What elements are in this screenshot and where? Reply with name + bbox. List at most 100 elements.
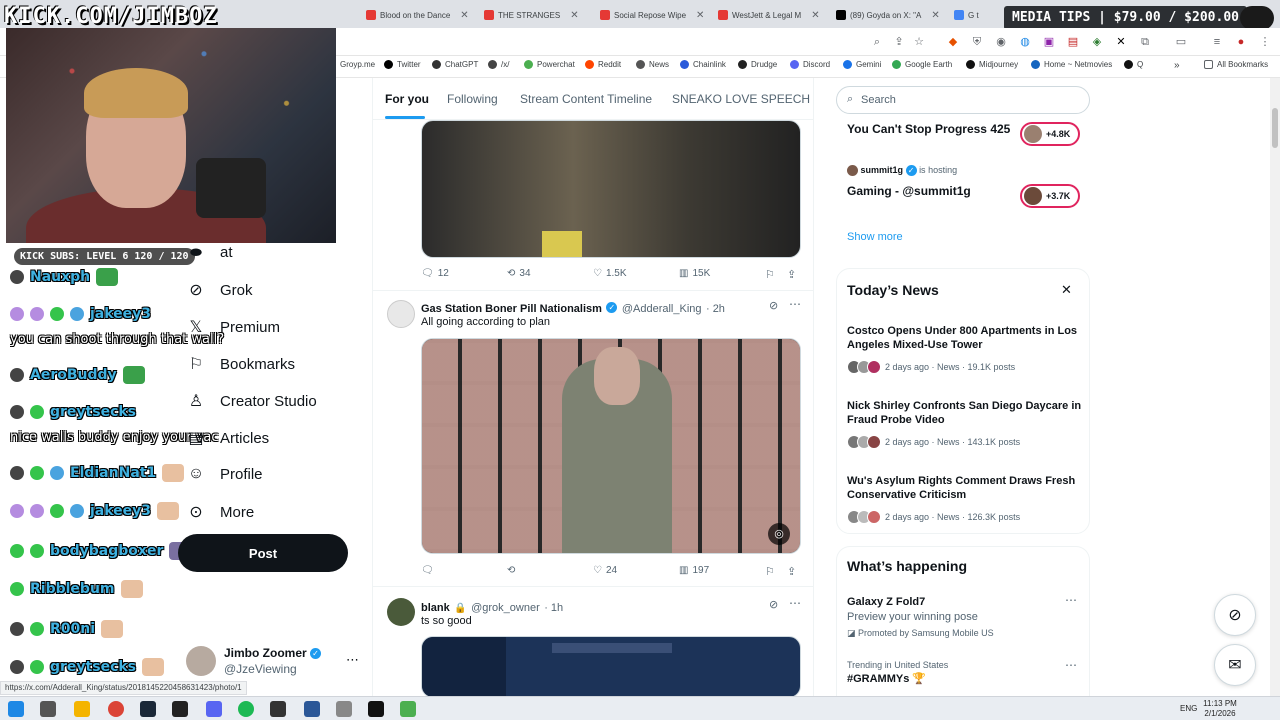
browser-tab[interactable]: Social Repose Wipe ✕ (600, 4, 712, 26)
bookmark[interactable]: News (636, 60, 669, 69)
obs-icon[interactable] (270, 701, 286, 717)
nav-item-premium[interactable]: 𝕏 Premium (186, 317, 280, 337)
more-icon[interactable]: ⋯ (789, 596, 801, 610)
bookmark[interactable]: Reddit (585, 60, 621, 69)
live-listeners-pill[interactable]: +4.8K (1020, 122, 1081, 146)
share-action[interactable]: ⇪ (787, 268, 796, 281)
avatar[interactable] (387, 598, 415, 626)
reply-action[interactable]: 🗨 (421, 565, 438, 576)
minecraft-icon[interactable] (400, 701, 416, 717)
browser-tab[interactable]: G t (954, 4, 1002, 26)
bookmark[interactable]: Groyp.me (340, 60, 375, 69)
trend-title[interactable]: Galaxy Z Fold7 (847, 595, 1083, 609)
bookmark[interactable]: Midjourney (966, 60, 1018, 69)
extension-icon[interactable]: ◉ (994, 35, 1008, 49)
messages-fab-button[interactable]: ✉ (1214, 644, 1256, 686)
extension-icon[interactable]: ◍ (1018, 35, 1032, 49)
spotify-icon[interactable] (238, 701, 254, 717)
nav-item-more[interactable]: ⊙ More (186, 502, 254, 522)
app-icon[interactable] (368, 701, 384, 717)
tweet-media-image[interactable]: ◎ (421, 338, 801, 554)
bookmark[interactable]: Drudge (738, 60, 777, 69)
like-action[interactable]: ♡ 1.5K (593, 268, 627, 279)
steam-icon[interactable] (140, 701, 156, 717)
extension-icon[interactable]: ◆ (946, 35, 960, 49)
live-space-title[interactable]: You Can't Stop Progress 425 (847, 122, 1010, 136)
bookmark[interactable]: Twitter (384, 60, 421, 69)
nav-item-articles[interactable]: ▤ Articles (186, 428, 269, 448)
downloads-icon[interactable]: ≡ (1210, 35, 1224, 49)
search-input[interactable]: ⌕ Search (836, 86, 1090, 114)
tweet-media-image[interactable] (421, 636, 801, 698)
browser-tab[interactable]: WestJett & Legal M ✕ (718, 4, 830, 26)
grok-fab-button[interactable]: ⊘ (1214, 594, 1256, 636)
like-action[interactable]: ♡ 24 (593, 565, 617, 576)
file-explorer-icon[interactable] (74, 701, 90, 717)
nav-item-creator-studio[interactable]: ♙ Creator Studio (186, 391, 317, 411)
close-icon[interactable]: ✕ (570, 10, 578, 21)
discord-icon[interactable] (206, 701, 222, 717)
tab-sneako-love-speech[interactable]: SNEAKO LOVE SPEECH (672, 92, 810, 106)
close-icon[interactable]: ✕ (931, 10, 939, 21)
install-icon[interactable]: ⇪ (892, 35, 906, 49)
live-space-title[interactable]: Gaming - @summit1g (847, 184, 971, 198)
live-listeners-pill[interactable]: +3.7K (1020, 184, 1081, 208)
extension-icon[interactable]: ▤ (1066, 35, 1080, 49)
account-switcher[interactable]: Jimbo Zoomer ✓ @JzeViewing ⋯ (186, 646, 366, 678)
news-headline[interactable]: Nick Shirley Confronts San Diego Daycare… (847, 399, 1083, 427)
close-icon[interactable]: ✕ (1061, 282, 1072, 298)
show-more-link[interactable]: Show more (847, 231, 903, 243)
tab-for-you[interactable]: For you (385, 92, 429, 106)
close-icon[interactable]: ✕ (460, 10, 468, 21)
bookmark[interactable]: Chainlink (680, 60, 726, 69)
post-button[interactable]: Post (178, 534, 348, 572)
extension-icon[interactable]: ◈ (1090, 35, 1104, 49)
grok-icon[interactable]: ⊘ (769, 598, 778, 611)
bookmark[interactable]: Google Earth (892, 60, 952, 69)
news-headline[interactable]: Costco Opens Under 800 Apartments in Los… (847, 324, 1083, 352)
bookmark[interactable]: Powerchat (524, 60, 575, 69)
nav-item-grok[interactable]: ⊘ Grok (186, 280, 252, 300)
zoom-icon[interactable]: ⌕ (870, 35, 884, 49)
extension-icon[interactable]: ▣ (1042, 35, 1056, 49)
all-bookmarks-button[interactable]: All Bookmarks (1204, 60, 1268, 69)
tab-stream-content-timeline[interactable]: Stream Content Timeline (520, 92, 652, 106)
nav-item-bookmarks[interactable]: ⚐ Bookmarks (186, 354, 295, 374)
close-icon[interactable]: ✕ (696, 10, 704, 21)
views-action[interactable]: ▥ 15K (679, 268, 710, 279)
bookmark-action[interactable]: ⚐ (765, 268, 775, 281)
avatar[interactable] (387, 300, 415, 328)
more-icon[interactable]: ⋯ (346, 652, 359, 668)
chrome-icon[interactable] (108, 701, 124, 717)
puzzle-icon[interactable]: ⧉ (1138, 35, 1152, 49)
task-view-icon[interactable] (40, 701, 56, 717)
tab-following[interactable]: Following (447, 92, 498, 106)
browser-tab[interactable]: Blood on the Dance ✕ (366, 4, 478, 26)
windows-start-icon[interactable] (8, 701, 24, 717)
nav-item-chat[interactable]: ⬬ at (186, 244, 233, 261)
tweet-time[interactable]: · 1h (544, 602, 563, 614)
bookmark[interactable]: Discord (790, 60, 830, 69)
bookmark[interactable]: Gemini (843, 60, 881, 69)
repost-action[interactable]: ⟲ (507, 565, 519, 576)
browser-tab[interactable]: THE STRANGES ✕ (484, 4, 596, 26)
browser-tab[interactable]: (89) Goyda on X: "A ✕ (836, 4, 948, 26)
language-indicator[interactable]: ENG (1180, 704, 1197, 713)
author-name[interactable]: Gas Station Boner Pill Nationalism (421, 303, 602, 315)
bookmark[interactable]: /x/ (488, 60, 509, 69)
views-action[interactable]: ▥ 197 (679, 565, 709, 576)
terminal-icon[interactable] (172, 701, 188, 717)
bookmark-action[interactable]: ⚐ (765, 565, 775, 578)
tweet-time[interactable]: · 2h (706, 303, 725, 315)
bookmarks-overflow-icon[interactable]: » (1174, 60, 1180, 71)
news-headline[interactable]: Wu's Asylum Rights Comment Draws Fresh C… (847, 474, 1083, 502)
bookmark[interactable]: Home ~ Netmovies (1031, 60, 1112, 69)
system-clock[interactable]: 11:13 PM 2/1/2026 (1196, 699, 1244, 719)
trend-title[interactable]: #GRAMMYs 🏆 (847, 672, 1083, 686)
sidebar-icon[interactable]: ▭ (1174, 35, 1188, 49)
tweet-media-image[interactable] (421, 120, 801, 258)
page-scrollbar[interactable] (1270, 78, 1280, 696)
app-icon[interactable] (336, 701, 352, 717)
bookmark[interactable]: ChatGPT (432, 60, 478, 69)
author-name[interactable]: blank (421, 602, 450, 614)
